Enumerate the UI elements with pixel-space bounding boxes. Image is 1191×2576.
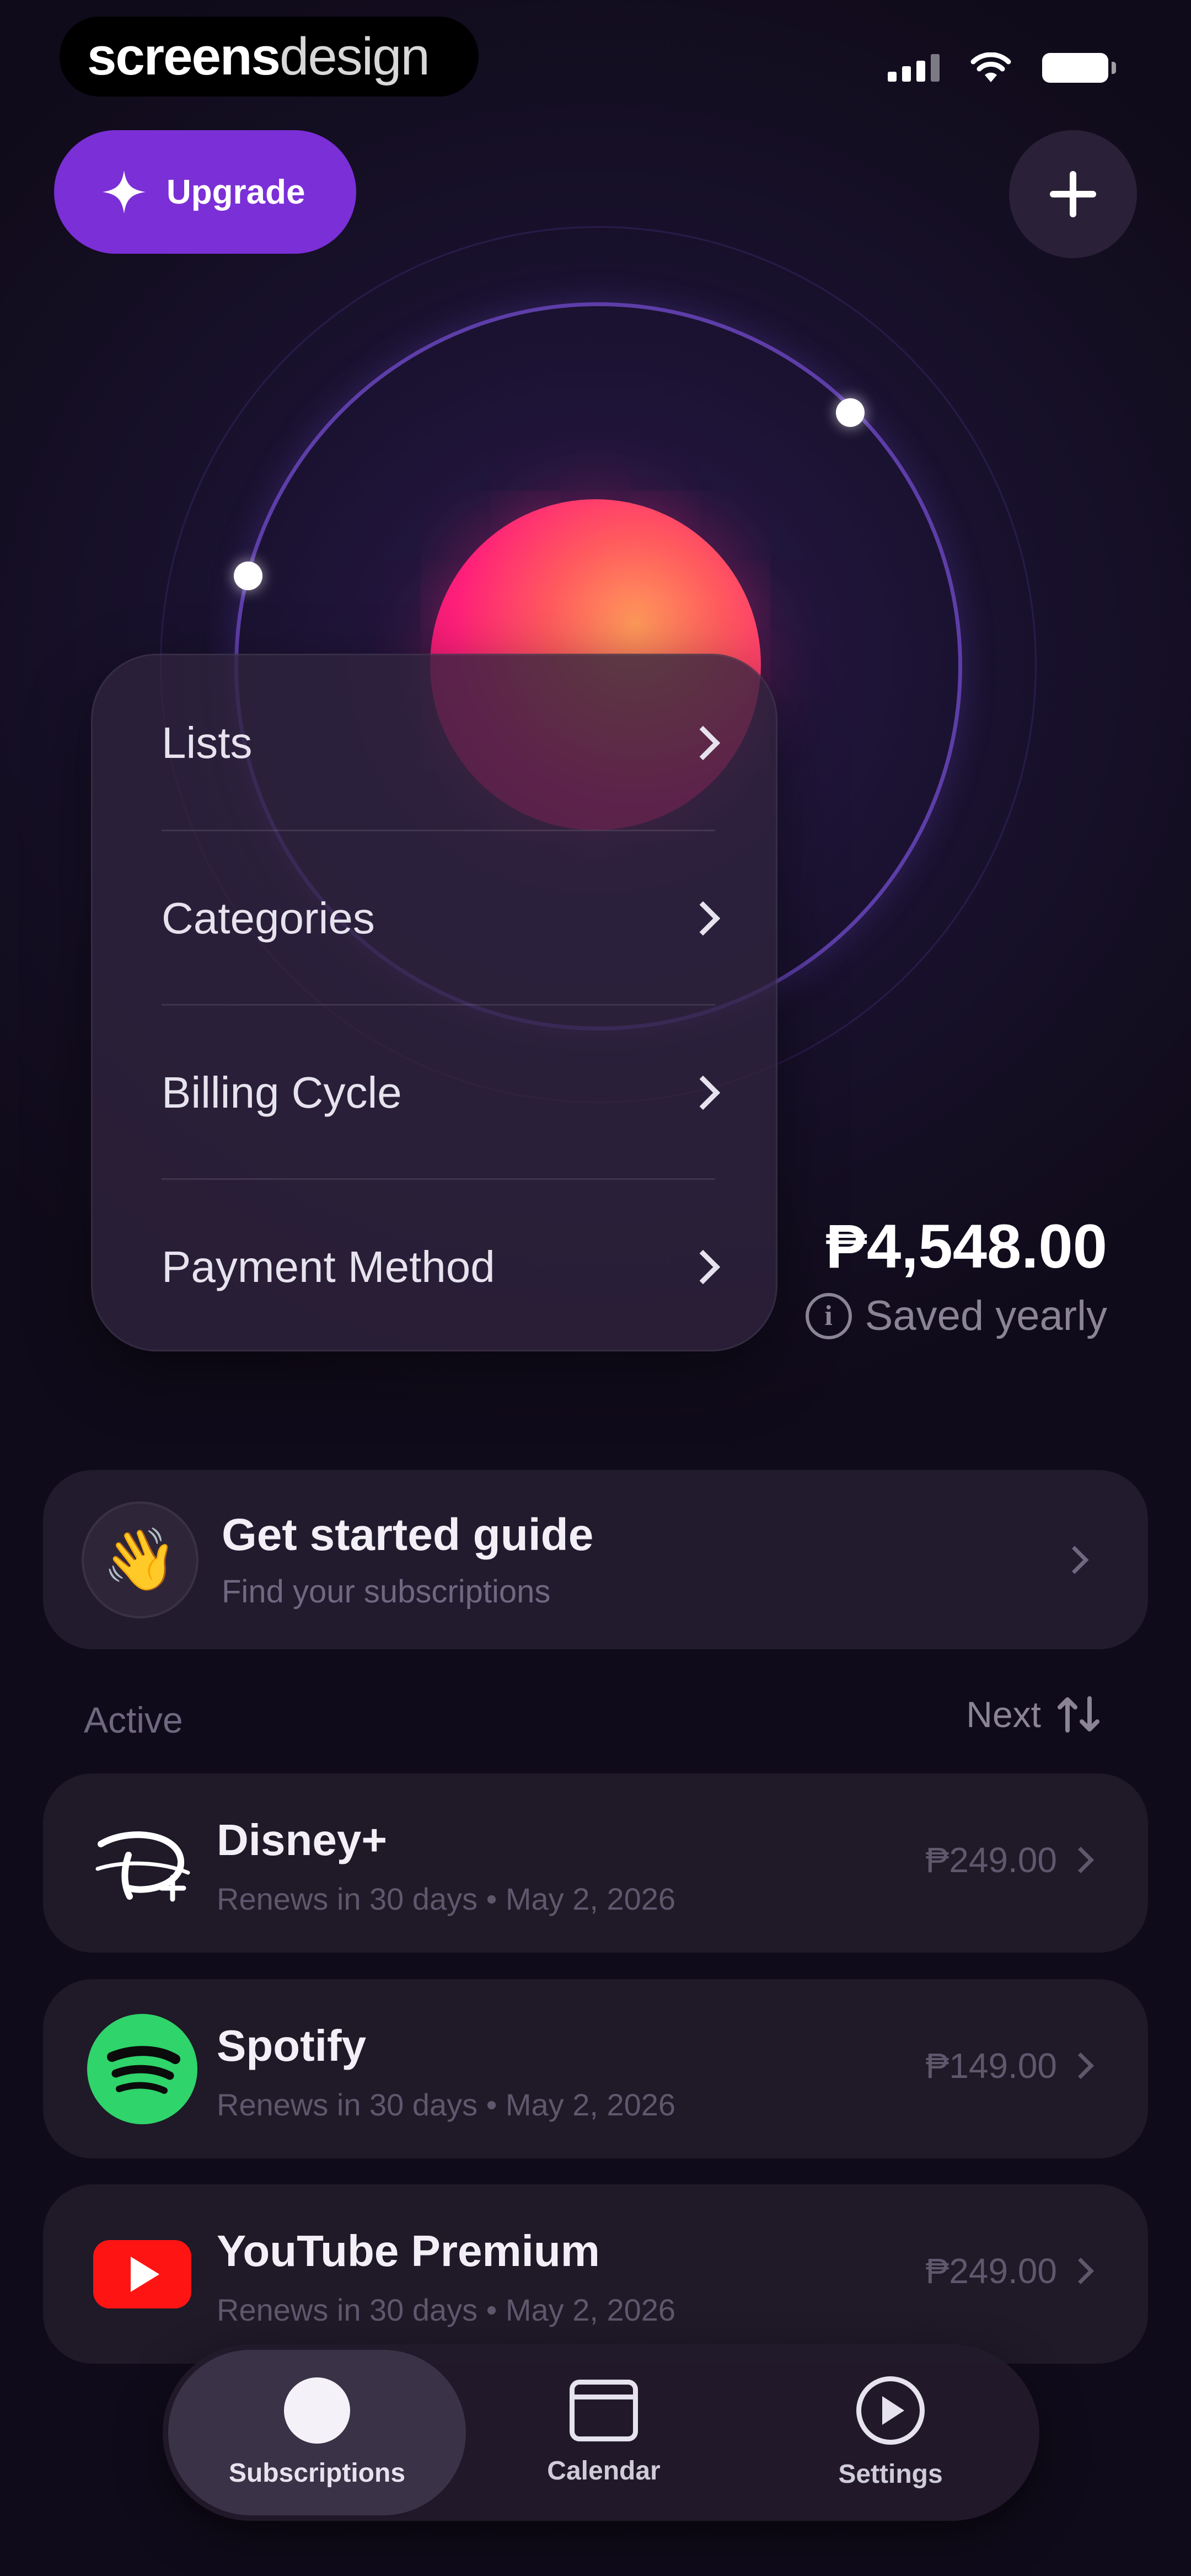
brand-text-bold: screens (87, 26, 281, 86)
menu-item-label: Billing Cycle (162, 1068, 402, 1117)
menu-item-label: Payment Method (162, 1242, 495, 1291)
get-started-guide-card[interactable]: 👋 Get started guide Find your subscripti… (43, 1470, 1148, 1649)
tab-calendar[interactable]: Calendar (471, 2344, 736, 2521)
chevron-right-icon (1067, 2257, 1095, 2285)
tab-label: Calendar (547, 2456, 661, 2486)
upgrade-label: Upgrade (167, 173, 305, 211)
tab-settings[interactable]: Settings (753, 2344, 1028, 2521)
wifi-icon (970, 52, 1011, 82)
subscription-row-spotify[interactable]: Spotify Renews in 30 days • May 2, 2026 … (43, 1979, 1148, 2158)
subscription-price: ₱249.00 (925, 1840, 1057, 1880)
sort-arrows-icon (1058, 1696, 1099, 1733)
subscription-renewal: Renews in 30 days • May 2, 2026 (217, 2087, 676, 2122)
app-screen: screens design Upgrade Lists Categories … (0, 0, 1191, 2576)
menu-item-lists[interactable]: Lists (93, 655, 776, 831)
chevron-right-icon (1060, 1546, 1089, 1574)
menu-item-categories[interactable]: Categories (93, 831, 776, 1006)
subscription-row-youtube-premium[interactable]: YouTube Premium Renews in 30 days • May … (43, 2184, 1148, 2364)
section-title-active: Active (84, 1699, 183, 1740)
chevron-right-icon (685, 1075, 721, 1110)
bottom-tab-bar: Subscriptions Calendar Settings (163, 2344, 1039, 2521)
menu-item-billing-cycle[interactable]: Billing Cycle (93, 1005, 776, 1180)
chevron-right-icon (1067, 1846, 1095, 1874)
status-icons (888, 52, 1116, 83)
options-menu: Lists Categories Billing Cycle Payment M… (91, 654, 777, 1351)
add-subscription-button[interactable] (1009, 130, 1137, 258)
spotify-logo-icon (84, 2011, 200, 2127)
savings-caption[interactable]: i Saved yearly (805, 1292, 1107, 1340)
youtube-logo-icon (84, 2216, 200, 2332)
brand-watermark: screens design (60, 17, 479, 97)
plus-icon (1050, 171, 1096, 217)
guide-title: Get started guide (222, 1510, 594, 1560)
orbit-dot (836, 398, 865, 427)
subscription-name: YouTube Premium (217, 2226, 600, 2275)
savings-amount: ₱4,548.00 (825, 1212, 1107, 1281)
cellular-signal-icon (888, 54, 940, 82)
sparkle-icon (103, 170, 146, 213)
savings-label: Saved yearly (865, 1292, 1107, 1339)
chevron-right-icon (1067, 2052, 1095, 2080)
chevron-right-icon (685, 725, 721, 761)
guide-text: Get started guide Find your subscription… (222, 1509, 593, 1610)
subscription-price: ₱149.00 (925, 2046, 1057, 2086)
sort-label: Next (966, 1694, 1041, 1735)
info-icon[interactable]: i (805, 1292, 852, 1339)
chevron-right-icon (685, 901, 721, 936)
calendar-icon (570, 2379, 638, 2441)
orbit-dot (234, 562, 262, 590)
brand-text-light: design (279, 26, 430, 86)
menu-item-label: Categories (162, 894, 375, 943)
sort-button[interactable]: Next (966, 1693, 1103, 1735)
tab-label: Settings (838, 2459, 943, 2489)
upgrade-button[interactable]: Upgrade (54, 130, 356, 254)
subscription-renewal: Renews in 30 days • May 2, 2026 (217, 2292, 676, 2327)
subscription-row-disney-plus[interactable]: Disney+ Renews in 30 days • May 2, 2026 … (43, 1773, 1148, 1953)
menu-item-label: Lists (162, 718, 253, 767)
subscription-name: Spotify (217, 2021, 367, 2070)
battery-icon (1042, 53, 1116, 83)
disney-plus-logo-icon (84, 1805, 200, 1921)
settings-play-icon (856, 2376, 925, 2445)
circle-icon (284, 2377, 350, 2444)
subscription-renewal: Renews in 30 days • May 2, 2026 (217, 1882, 676, 1916)
menu-item-payment-method[interactable]: Payment Method (93, 1179, 776, 1355)
subscription-price: ₱249.00 (925, 2251, 1057, 2291)
tab-subscriptions[interactable]: Subscriptions (168, 2344, 466, 2521)
chevron-right-icon (685, 1249, 721, 1285)
subscription-name: Disney+ (217, 1815, 388, 1864)
waving-hand-icon: 👋 (82, 1501, 198, 1618)
guide-subtitle: Find your subscriptions (222, 1574, 551, 1610)
tab-label: Subscriptions (228, 2458, 406, 2488)
